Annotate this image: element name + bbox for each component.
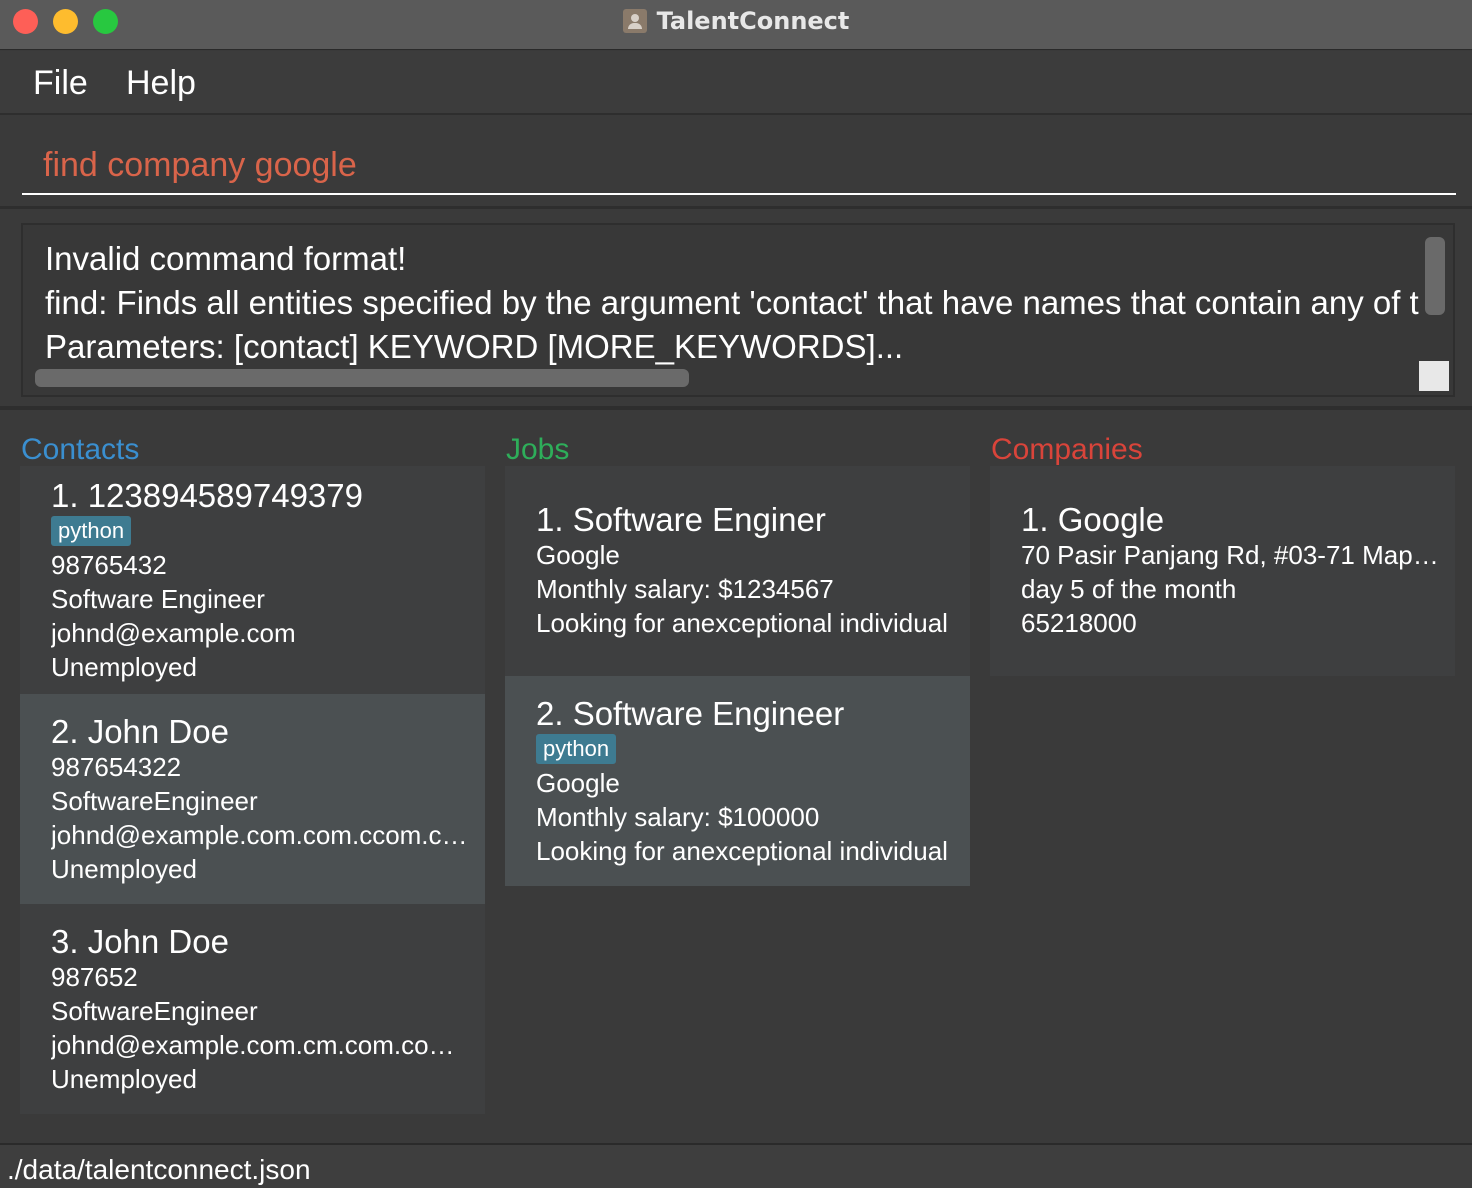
job-tag: python: [536, 734, 617, 764]
window-title-wrap: TalentConnect: [0, 6, 1472, 36]
result-display[interactable]: Invalid command format! find: Finds all e…: [21, 223, 1455, 397]
company-billing: day 5 of the month: [1021, 574, 1237, 604]
menu-file[interactable]: File: [33, 63, 88, 103]
contacts-list: 1. 123894589749379 python 98765432 Softw…: [20, 466, 485, 1114]
contact-phone: 987654322: [51, 752, 182, 782]
contact-tag: python: [51, 516, 132, 546]
job-company: Google: [536, 540, 620, 570]
job-salary: Monthly salary: $1234567: [536, 574, 834, 604]
menu-help[interactable]: Help: [126, 63, 196, 103]
company-address: 70 Pasir Panjang Rd, #03-71 Mapletr...: [1021, 540, 1441, 570]
company-name: 1. Google: [1021, 501, 1165, 538]
jobs-list: 1. Software Enginer Google Monthly salar…: [505, 466, 970, 886]
contact-email: johnd@example.com: [51, 618, 296, 648]
contact-role: SoftwareEngineer: [51, 786, 258, 816]
contact-phone: 987652: [51, 962, 138, 992]
contact-status: Unemployed: [51, 1064, 197, 1094]
result-line: Parameters: [contact] KEYWORD [MORE_KEYW…: [45, 328, 904, 365]
scroll-corner: [1419, 361, 1449, 391]
companies-list: 1. Google 70 Pasir Panjang Rd, #03-71 Ma…: [990, 466, 1455, 676]
contact-email: johnd@example.com.cm.com.com.o...: [51, 1030, 471, 1060]
divider: [0, 406, 1472, 410]
contact-card[interactable]: 1. 123894589749379 python 98765432 Softw…: [20, 466, 485, 694]
contact-email: johnd@example.com.com.ccom.com: [51, 820, 471, 850]
job-company: Google: [536, 768, 620, 798]
job-description: Looking for anexceptional individual: [536, 608, 948, 638]
jobs-title: Jobs: [506, 433, 570, 466]
contact-role: SoftwareEngineer: [51, 996, 258, 1026]
data-file-path: ./data/talentconnect.json: [7, 1154, 311, 1185]
contact-status: Unemployed: [51, 854, 197, 884]
companies-title: Companies: [991, 433, 1143, 466]
window-title: TalentConnect: [656, 7, 850, 35]
contact-name: 1. 123894589749379: [51, 477, 363, 514]
contact-phone: 98765432: [51, 550, 167, 580]
command-box: [0, 117, 1472, 209]
job-card[interactable]: 2. Software Engineer python Google Month…: [505, 676, 970, 886]
job-name: 2. Software Engineer: [536, 695, 845, 732]
job-salary: Monthly salary: $100000: [536, 802, 820, 832]
contact-role: Software Engineer: [51, 584, 265, 614]
contact-name: 2. John Doe: [51, 713, 229, 750]
title-bar: TalentConnect: [0, 0, 1472, 50]
job-name: 1. Software Enginer: [536, 501, 826, 538]
command-input[interactable]: [22, 137, 1456, 195]
result-line: Invalid command format!: [45, 240, 407, 277]
job-card[interactable]: 1. Software Enginer Google Monthly salar…: [505, 466, 970, 676]
contact-card[interactable]: 2. John Doe 987654322 SoftwareEngineer j…: [20, 694, 485, 904]
app-icon: [622, 9, 647, 33]
status-bar: ./data/talentconnect.json: [0, 1143, 1472, 1188]
result-text: Invalid command format! find: Finds all e…: [45, 237, 1421, 369]
vertical-scrollbar[interactable]: [1425, 237, 1445, 315]
horizontal-scrollbar[interactable]: [35, 369, 689, 387]
company-card[interactable]: 1. Google 70 Pasir Panjang Rd, #03-71 Ma…: [990, 466, 1455, 676]
menu-bar: File Help: [0, 51, 1472, 115]
job-description: Looking for anexceptional individual: [536, 836, 948, 866]
contact-card[interactable]: 3. John Doe 987652 SoftwareEngineer john…: [20, 904, 485, 1114]
company-phone: 65218000: [1021, 608, 1137, 638]
contacts-title: Contacts: [21, 433, 140, 466]
contact-name: 3. John Doe: [51, 923, 229, 960]
result-line: find: Finds all entities specified by th…: [45, 284, 1421, 321]
contact-status: Unemployed: [51, 652, 197, 682]
